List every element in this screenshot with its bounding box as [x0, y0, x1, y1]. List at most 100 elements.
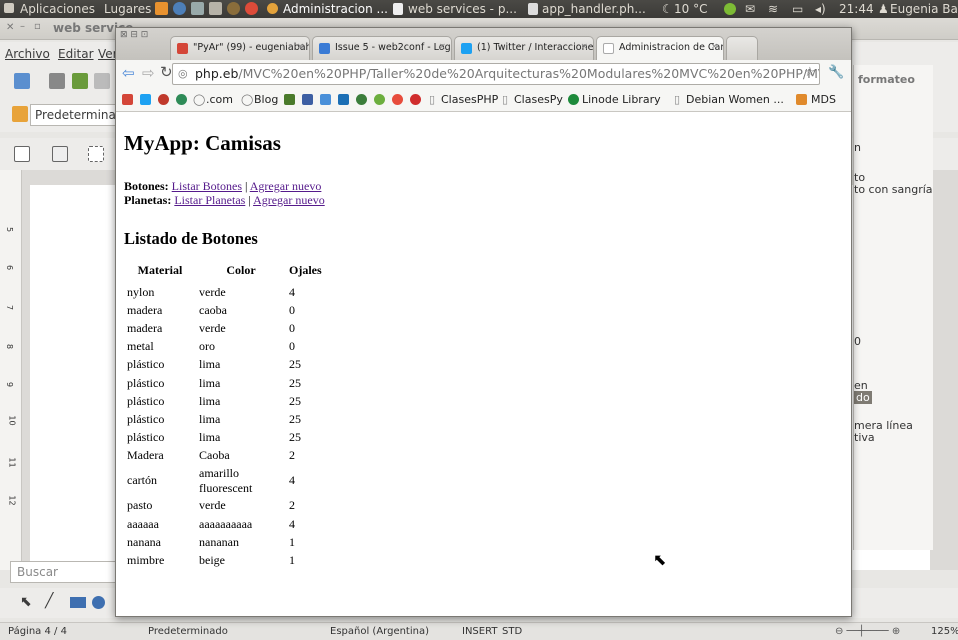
reload-icon[interactable]: ↻: [160, 63, 173, 81]
folder-icon[interactable]: [155, 2, 168, 15]
link-listar-botones[interactable]: Listar Botones: [172, 179, 242, 193]
back-icon[interactable]: ⇦: [122, 64, 135, 82]
table-row: plástico lima 25: [124, 410, 325, 428]
user-name[interactable]: Eugenia Bahit: [890, 2, 958, 16]
sidebar-item[interactable]: tiva: [854, 431, 875, 444]
bookmark-icon[interactable]: [356, 94, 367, 105]
close-tab-icon[interactable]: ×: [580, 42, 588, 52]
page-info-icon[interactable]: ◎: [178, 67, 188, 80]
applications-menu[interactable]: Aplicaciones: [20, 2, 95, 16]
status-insert[interactable]: INSERT: [462, 626, 497, 637]
folder-icon: ▯: [429, 93, 436, 106]
sidebar-item[interactable]: 0: [854, 335, 861, 348]
bookmark-icon[interactable]: [410, 94, 421, 105]
minimize-icon[interactable]: –: [20, 21, 25, 32]
frame-icon[interactable]: [88, 146, 104, 162]
gmail-bookmark-icon[interactable]: [122, 94, 133, 105]
sidebar-item[interactable]: n: [854, 141, 861, 154]
link-listar-planetas[interactable]: Listar Planetas: [174, 193, 245, 207]
update-icon[interactable]: [724, 3, 736, 15]
bookmark-icon[interactable]: [176, 94, 187, 105]
settings-wrench-icon[interactable]: 🔧: [828, 65, 844, 80]
bookmark-linode[interactable]: Linode Library: [582, 93, 661, 106]
temperature[interactable]: 10 °C: [674, 2, 707, 16]
bookmark-icon[interactable]: [158, 94, 169, 105]
link-agregar-planeta[interactable]: Agregar nuevo: [253, 193, 325, 207]
tab-gmail[interactable]: "PyAr" (99) - eugeniabahit ×: [170, 36, 310, 60]
bookmark-clasesphp[interactable]: ClasesPHP: [441, 93, 498, 106]
export-icon[interactable]: [94, 73, 110, 89]
nav-botones: Botones: Listar Botones | Agregar nuevo: [124, 179, 321, 194]
apps-icon[interactable]: [4, 3, 14, 13]
styles-icon[interactable]: [12, 106, 28, 122]
window-controls[interactable]: ⊠ ⊟ ⊡: [120, 30, 148, 40]
table-cell: verde: [199, 498, 226, 513]
sidebar-item-selected[interactable]: do: [854, 391, 872, 404]
line-icon[interactable]: ╱: [45, 593, 53, 609]
volume-icon[interactable]: ◂): [815, 2, 826, 16]
tab-twitter[interactable]: (1) Twitter / Interacciones ×: [454, 36, 594, 60]
tab-administracion[interactable]: Administracion de Camisas ×: [596, 36, 724, 60]
nav-botones-label: Botones:: [124, 179, 169, 193]
url-input[interactable]: ◎ php.eb/MVC%20en%20PHP/Taller%20de%20Ar…: [172, 63, 820, 85]
close-tab-icon[interactable]: ×: [296, 42, 304, 52]
sidebar-item[interactable]: to con sangría: [854, 183, 933, 196]
table-cell: beige: [199, 553, 225, 568]
bookmark-icon[interactable]: [320, 94, 331, 105]
task-app-handler[interactable]: app_handler.ph...: [542, 2, 646, 16]
rectangle-icon[interactable]: [70, 597, 86, 608]
forward-icon[interactable]: ⇨: [142, 64, 155, 82]
twitter-bookmark-icon[interactable]: [140, 94, 151, 105]
bookmark-icon[interactable]: [338, 94, 349, 105]
table-row: nanana nananan 1: [124, 533, 325, 551]
select-arrow-icon[interactable]: ⬉: [20, 594, 32, 610]
menu-archivo[interactable]: Archivo: [5, 47, 50, 61]
bookmark-blog[interactable]: Blog: [254, 93, 278, 106]
menu-editar[interactable]: Editar: [58, 47, 94, 61]
task-administracion[interactable]: Administracion ...: [283, 2, 388, 16]
places-menu[interactable]: Lugares: [104, 2, 151, 16]
status-std[interactable]: STD: [502, 626, 522, 637]
new-document-icon[interactable]: [14, 73, 30, 89]
bookmark-mds[interactable]: MDS: [811, 93, 836, 106]
bookmark-debian[interactable]: Debian Women ...: [686, 93, 784, 106]
gimp-icon[interactable]: [227, 2, 240, 15]
bookmarks-bar: ◯ .com ◯ Blog ▯ ClasesPHP ▯ ClasesPy Lin…: [116, 88, 851, 112]
mail-icon[interactable]: ✉: [745, 2, 755, 16]
zoom-slider[interactable]: ⊖ ──┼──── ⊕: [835, 626, 900, 637]
status-language[interactable]: Español (Argentina): [330, 626, 429, 637]
open-icon[interactable]: [49, 73, 65, 89]
tab-issue[interactable]: Issue 5 - web2conf - Login ×: [312, 36, 452, 60]
battery-icon[interactable]: ▭: [792, 2, 803, 16]
network-icon[interactable]: [173, 2, 186, 15]
bookmark-icon[interactable]: [392, 94, 403, 105]
image-icon[interactable]: [52, 146, 68, 162]
table-icon[interactable]: [14, 146, 30, 162]
save-icon[interactable]: [72, 73, 88, 89]
close-icon[interactable]: ✕: [6, 22, 14, 33]
chrome-icon[interactable]: [245, 2, 258, 15]
bookmark-icon[interactable]: [374, 94, 385, 105]
bookmark-com[interactable]: .com: [206, 93, 233, 106]
wifi-icon[interactable]: ≋: [768, 2, 778, 16]
link-agregar-boton[interactable]: Agregar nuevo: [250, 179, 322, 193]
editor-icon[interactable]: [209, 2, 222, 15]
table-cell: Madera: [127, 448, 164, 463]
paragraph-style-box[interactable]: Predeterminad: [30, 104, 120, 126]
table-row: mimbre beige 1: [124, 551, 325, 569]
table-cell: 0: [289, 320, 295, 335]
bookmark-star-icon[interactable]: ☆: [804, 65, 816, 80]
maximize-icon[interactable]: ▫: [34, 21, 41, 32]
new-tab-button[interactable]: [726, 36, 758, 60]
close-tab-icon[interactable]: ×: [438, 42, 446, 52]
status-zoom[interactable]: 125%: [931, 626, 958, 637]
task-web-services[interactable]: web services - p...: [408, 2, 517, 16]
close-tab-icon[interactable]: ×: [710, 42, 718, 52]
image-viewer-icon[interactable]: [191, 2, 204, 15]
bookmark-clasespy[interactable]: ClasesPy: [514, 93, 563, 106]
bookmark-icon[interactable]: [284, 94, 295, 105]
clock[interactable]: 21:44: [839, 2, 874, 16]
bookmark-icon[interactable]: [302, 94, 313, 105]
user-icon: ♟: [878, 2, 889, 16]
ellipse-icon[interactable]: [92, 596, 105, 609]
